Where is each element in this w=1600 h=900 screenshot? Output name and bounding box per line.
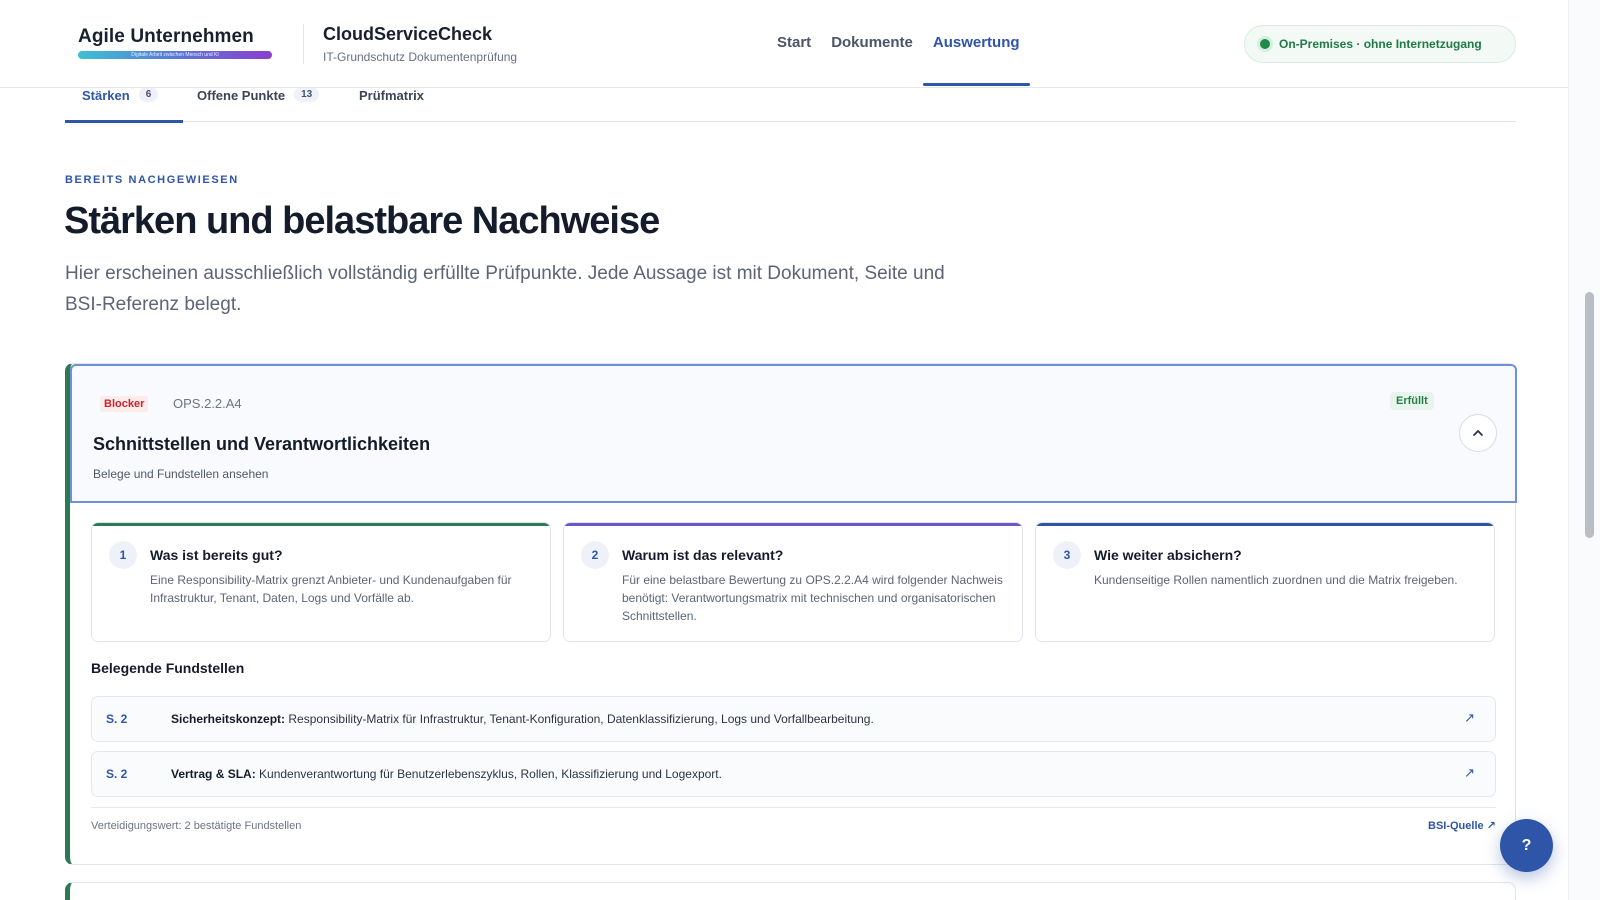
evidence-description: Kundenverantwortung für Benutzerlebenszy… [259, 767, 722, 781]
card-divider [91, 807, 1496, 808]
tab-staerken[interactable]: Stärken 6 [64, 87, 184, 123]
evidence-description: Responsibility-Matrix für Infrastruktur,… [288, 712, 874, 726]
step-text: Kundenseitige Rollen namentlich zuordnen… [1094, 573, 1458, 587]
steps-row: 1 Was ist bereits gut? Eine Responsibili… [91, 522, 1496, 642]
external-link-icon[interactable]: ↗ [1464, 765, 1475, 781]
step-accent-line [92, 523, 550, 526]
evidence-page: S. 2 [106, 712, 128, 726]
tab-offene-punkte[interactable]: Offene Punkte 13 [197, 87, 320, 122]
finding-card: Blocker OPS.2.2.A4 Erfüllt Schnittstelle… [65, 363, 1517, 865]
control-id: OPS.2.2.A4 [173, 396, 242, 411]
tab-count: 6 [138, 87, 159, 102]
step-title: Wie weiter absichern? [1094, 547, 1242, 563]
step-number: 2 [581, 541, 609, 569]
next-finding-card[interactable] [65, 882, 1516, 900]
evidence-row[interactable]: S. 2 Vertrag & SLA: Kundenverantwortung … [91, 751, 1496, 797]
result-tabs: Stärken 6 Offene Punkte 13 Prüfmatrix [64, 87, 1516, 123]
evidence-page: S. 2 [106, 767, 128, 781]
status-text: On-Premises · ohne Internetzugang [1279, 37, 1482, 51]
step-text: Für eine belastbare Bewertung zu OPS.2.2… [622, 573, 1003, 623]
logo-tagline-bar: Digitale Arbeit zwischen Mensch und KI [78, 51, 272, 59]
step-card: 1 Was ist bereits gut? Eine Responsibili… [91, 522, 551, 642]
status-pill: On-Premises · ohne Internetzugang [1244, 25, 1516, 63]
app-subtitle: IT-Grundschutz Dokumentenprüfung [323, 50, 518, 64]
logo-name: Agile Unternehmen [78, 26, 254, 47]
tab-pruefmatrix[interactable]: Prüfmatrix [359, 88, 424, 122]
header-divider [303, 24, 304, 64]
evidence-text: Sicherheitskonzept: Responsibility-Matri… [171, 712, 874, 726]
finding-card-header[interactable]: Blocker OPS.2.2.A4 Erfüllt Schnittstelle… [70, 364, 1517, 503]
step-number: 3 [1053, 541, 1081, 569]
nav-dokumente[interactable]: Dokumente [821, 34, 923, 84]
scrollbar-track[interactable] [1568, 0, 1600, 900]
step-title: Was ist bereits gut? [150, 547, 283, 563]
page-description: Hier erscheinen ausschließlich vollständ… [65, 263, 945, 315]
step-card: 3 Wie weiter absichern? Kundenseitige Ro… [1035, 522, 1495, 642]
step-card: 2 Warum ist das relevant? Für eine belas… [563, 522, 1023, 642]
chevron-up-icon [1473, 430, 1483, 436]
step-number: 1 [109, 541, 137, 569]
severity-badge: Blocker [100, 396, 149, 412]
brand-logo[interactable]: Agile Unternehmen Digitale Arbeit zwisch… [78, 26, 272, 59]
defense-value-note: Verteidigungswert: 2 bestätigte Fundstel… [91, 820, 302, 832]
scrollbar-thumb[interactable] [1585, 292, 1594, 538]
bsi-source-link[interactable]: BSI-Quelle ↗ [1428, 819, 1496, 832]
nav-start[interactable]: Start [767, 34, 821, 84]
step-accent-line [1036, 523, 1494, 526]
finding-subtitle: Belege und Fundstellen ansehen [93, 467, 269, 481]
status-dot-icon [1260, 39, 1270, 49]
evidence-heading: Belegende Fundstellen [91, 660, 245, 676]
step-title: Warum ist das relevant? [622, 547, 784, 563]
tab-count: 13 [294, 87, 320, 102]
finding-title: Schnittstellen und Verantwortlichkeiten [93, 434, 431, 454]
status-badge: Erfüllt [1390, 392, 1434, 410]
tab-label: Prüfmatrix [359, 88, 425, 103]
main-nav: Start Dokumente Auswertung [767, 34, 1030, 86]
evidence-text: Vertrag & SLA: Kundenverantwortung für B… [171, 767, 722, 781]
step-text: Eine Responsibility-Matrix grenzt Anbiet… [150, 573, 512, 605]
help-button[interactable]: ? [1500, 819, 1553, 872]
external-link-icon[interactable]: ↗ [1464, 710, 1475, 726]
tab-label: Offene Punkte [197, 88, 286, 103]
tab-label: Stärken [82, 88, 130, 103]
evidence-row[interactable]: S. 2 Sicherheitskonzept: Responsibility-… [91, 696, 1496, 742]
nav-auswertung[interactable]: Auswertung [922, 34, 1030, 86]
evidence-document: Vertrag & SLA: [171, 767, 256, 781]
evidence-document: Sicherheitskonzept: [171, 712, 286, 726]
collapse-button[interactable] [1459, 414, 1497, 452]
section-eyebrow: BEREITS NACHGEWIESEN [65, 174, 239, 186]
app-title: CloudServiceCheck [323, 24, 493, 44]
app-header: Agile Unternehmen Digitale Arbeit zwisch… [0, 0, 1568, 88]
step-accent-line [564, 523, 1022, 526]
page-title: Stärken und belastbare Nachweise [64, 200, 660, 242]
